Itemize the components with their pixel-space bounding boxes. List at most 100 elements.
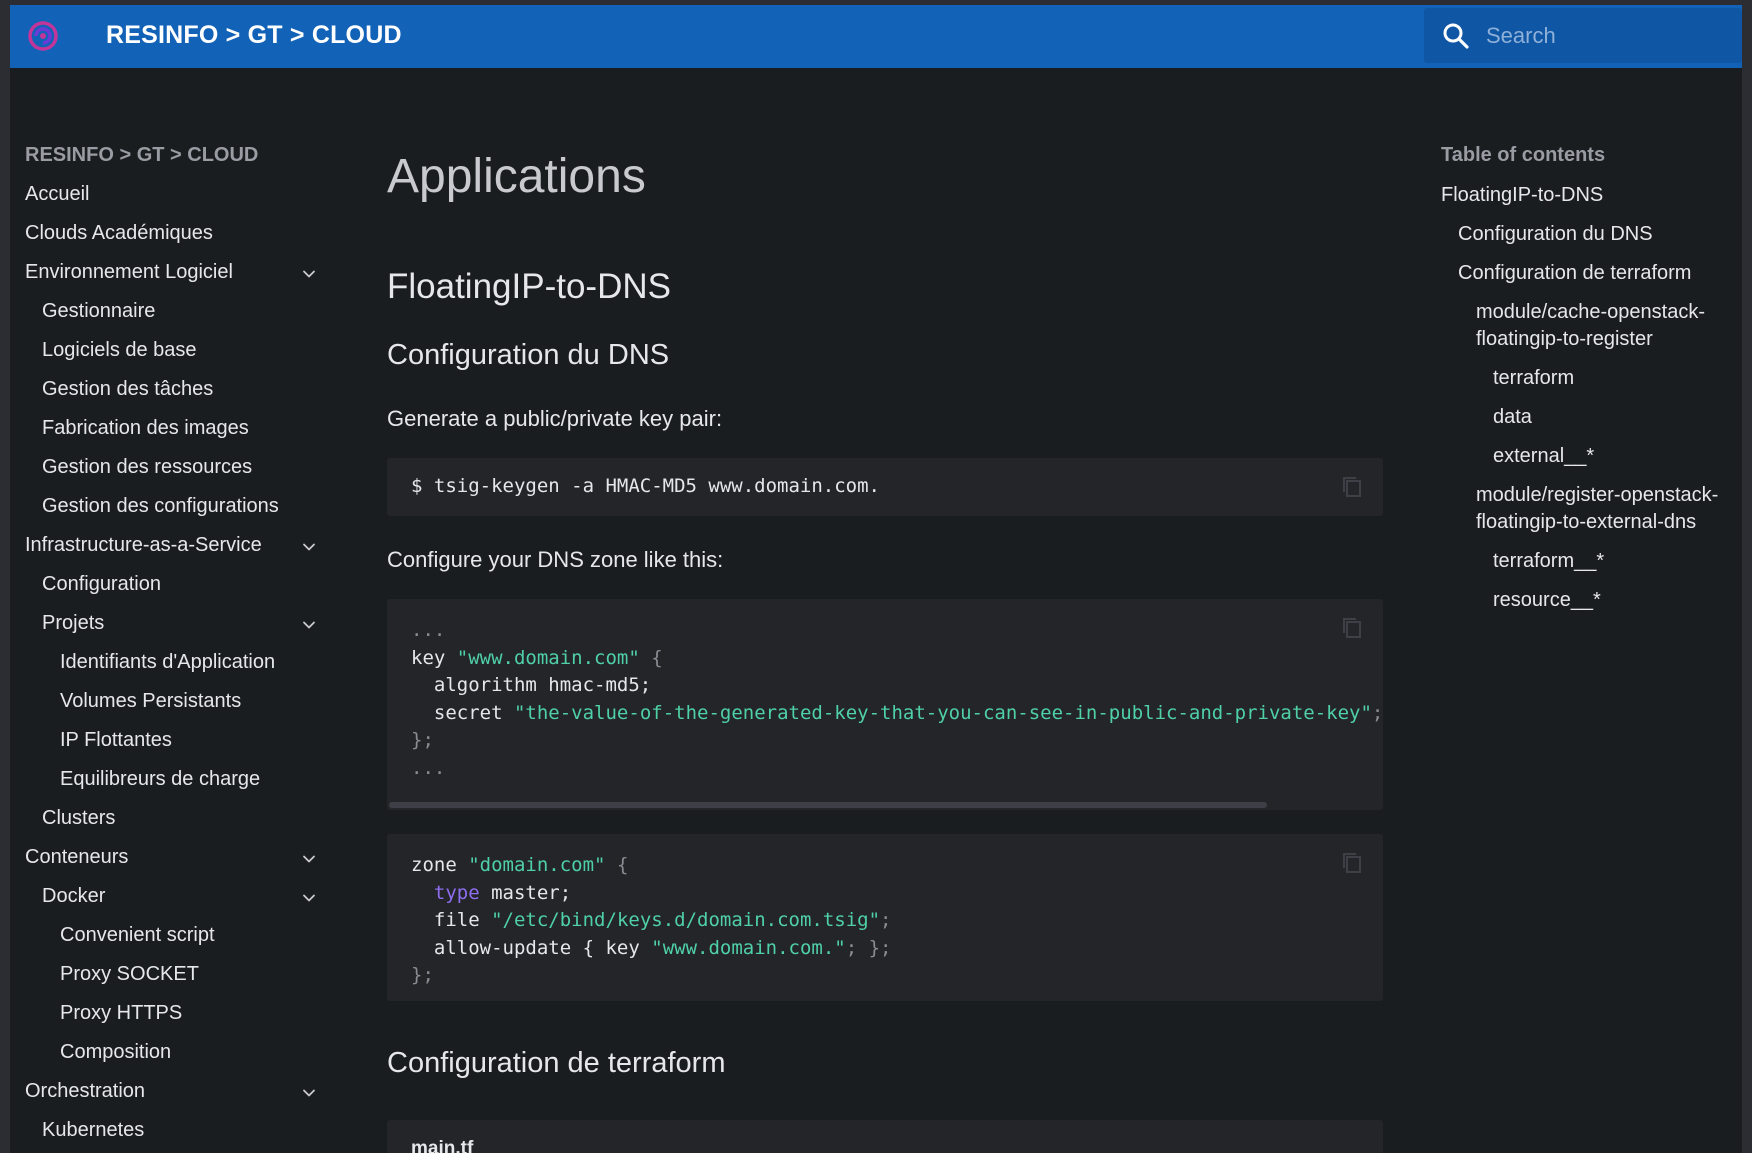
code-block-keygen[interactable]: $ tsig-keygen -a HMAC-MD5 www.domain.com…	[387, 458, 1383, 516]
sidebar-item-label: Identifiants d'Application	[60, 651, 276, 673]
sidebar-item[interactable]: Composition	[25, 1040, 325, 1079]
sidebar-item[interactable]: Clouds Académiques	[25, 221, 325, 260]
sidebar-item[interactable]: Clusters	[25, 806, 325, 845]
horizontal-scrollbar[interactable]	[389, 802, 1267, 808]
toc-item[interactable]: module/register-openstack-floatingip-to-…	[1441, 482, 1731, 536]
sidebar-item-label: Conteneurs	[25, 846, 129, 868]
site-logo-icon[interactable]	[26, 19, 60, 53]
sidebar-item-label: Gestion des tâches	[42, 378, 214, 400]
sidebar-item-label: Gestion des configurations	[42, 495, 279, 517]
sidebar-item[interactable]: Orchestration	[25, 1079, 325, 1118]
sidebar-item-label: Convenient script	[60, 924, 215, 946]
sidebar-item-label: Orchestration	[25, 1080, 146, 1102]
page-title: Applications	[387, 150, 646, 203]
sidebar-item[interactable]: Proxy HTTPS	[25, 1001, 325, 1040]
sidebar-item[interactable]: Gestion des ressources	[25, 455, 325, 494]
sidebar-item[interactable]: Convenient script	[25, 923, 325, 962]
sidebar-item-label: IP Flottantes	[60, 729, 172, 751]
paragraph-zone: Configure your DNS zone like this:	[387, 547, 724, 572]
search-box[interactable]	[1424, 8, 1742, 63]
sidebar-item-label: Logiciels de base	[42, 339, 197, 361]
code-block-main-tf[interactable]: main.tf	[387, 1120, 1383, 1153]
chevron-down-icon[interactable]	[301, 615, 317, 631]
sidebar-nav-list: Accueil Clouds Académiques Environnement L…	[25, 182, 325, 1153]
sidebar-item-label: Environnement Logiciel	[25, 261, 233, 283]
sidebar-item[interactable]: Infrastructure-as-a-Service	[25, 533, 325, 572]
toc-item[interactable]: resource__*	[1441, 587, 1731, 614]
sidebar-item-label: Volumes Persistants	[60, 690, 242, 712]
chevron-down-icon[interactable]	[301, 264, 317, 280]
code-block-key[interactable]: ... key "www.domain.com" { algorithm hma…	[387, 599, 1383, 810]
code-ellipsis-end: ...	[411, 756, 446, 779]
sidebar-item[interactable]: Gestionnaire	[25, 299, 325, 338]
code-allow-update-key: "www.domain.com."	[651, 936, 846, 959]
code-kw-key: key	[411, 646, 446, 669]
sidebar-item[interactable]: Configuration	[25, 572, 325, 611]
sidebar-item[interactable]: Volumes Persistants	[25, 689, 325, 728]
top-header: RESINFO > GT > CLOUD	[10, 5, 1742, 68]
copy-icon[interactable]	[1341, 616, 1363, 640]
code-kw-type: type	[433, 881, 480, 904]
code-type-value: master;	[491, 881, 572, 904]
section-heading-floatingip: FloatingIP-to-DNS	[387, 267, 671, 306]
sidebar-item[interactable]: Identifiants d'Application	[25, 650, 325, 689]
sidebar-item[interactable]: Environnement Logiciel	[25, 260, 325, 299]
code-algorithm: algorithm hmac-md5;	[433, 674, 652, 696]
sidebar-item[interactable]: Fabrication des images	[25, 416, 325, 455]
code-allow-update: allow-update { key	[433, 936, 640, 959]
sidebar-item[interactable]: Conteneurs	[25, 845, 325, 884]
copy-icon[interactable]	[1341, 851, 1363, 875]
code-file-path: "/etc/bind/keys.d/domain.com.tsig"	[491, 909, 881, 931]
code-close: };	[411, 729, 434, 751]
code-kw-secret: secret	[433, 701, 503, 724]
sidebar-item[interactable]: Proxy SOCKET	[25, 962, 325, 1001]
site-title[interactable]: RESINFO > GT > CLOUD	[106, 21, 402, 50]
code-keygen-line: $ tsig-keygen -a HMAC-MD5 www.domain.com…	[411, 475, 880, 497]
sidebar-item-label: Proxy SOCKET	[60, 963, 199, 985]
sidebar-item[interactable]: Kubernetes	[25, 1118, 325, 1153]
search-input[interactable]	[1486, 18, 1726, 54]
toc-list: FloatingIP-to-DNS Configuration du DNS Con…	[1441, 182, 1731, 614]
code-block-zone[interactable]: zone "domain.com" { type master; file "/…	[387, 834, 1383, 1001]
toc-item[interactable]: data	[1441, 404, 1731, 431]
table-of-contents: Table of contents FloatingIP-to-DNS Confi…	[1441, 143, 1731, 626]
toc-item[interactable]: terraform__*	[1441, 548, 1731, 575]
code-file-name: main.tf	[411, 1138, 474, 1153]
chevron-down-icon[interactable]	[301, 1083, 317, 1099]
sidebar-item[interactable]: Gestion des tâches	[25, 377, 325, 416]
code-zone-close: };	[411, 964, 434, 986]
sidebar-item-label: Infrastructure-as-a-Service	[25, 534, 262, 556]
sidebar-item-label: Accueil	[25, 183, 90, 205]
sidebar-item[interactable]: Projets	[25, 611, 325, 650]
sidebar-heading[interactable]: RESINFO > GT > CLOUD	[25, 143, 325, 182]
toc-item[interactable]: terraform	[1441, 365, 1731, 392]
toc-item[interactable]: FloatingIP-to-DNS	[1441, 182, 1731, 209]
toc-item[interactable]: Configuration du DNS	[1441, 221, 1731, 248]
section-heading-dns: Configuration du DNS	[387, 339, 670, 371]
copy-icon[interactable]	[1341, 475, 1363, 499]
sidebar-item[interactable]: IP Flottantes	[25, 728, 325, 767]
toc-item[interactable]: external__*	[1441, 443, 1731, 470]
sidebar-item-label: Gestionnaire	[42, 300, 156, 322]
code-secret-value: "the-value-of-the-generated-key-that-you…	[513, 701, 1372, 724]
search-icon[interactable]	[1442, 22, 1470, 50]
toc-item[interactable]: Configuration de terraform	[1441, 260, 1731, 287]
sidebar-item[interactable]: Docker	[25, 884, 325, 923]
chevron-down-icon[interactable]	[301, 888, 317, 904]
toc-item[interactable]: module/cache-openstack-floatingip-to-reg…	[1441, 299, 1731, 353]
sidebar-item[interactable]: Equilibreurs de charge	[25, 767, 325, 806]
code-ellipsis: ...	[411, 619, 446, 641]
sidebar-item-label: Equilibreurs de charge	[60, 768, 261, 790]
toc-heading: Table of contents	[1441, 144, 1606, 166]
sidebar-item[interactable]: Logiciels de base	[25, 338, 325, 377]
chevron-down-icon[interactable]	[301, 849, 317, 865]
sidebar-item[interactable]: Gestion des configurations	[25, 494, 325, 533]
code-zone-name: "domain.com"	[468, 854, 606, 876]
code-key-name: "www.domain.com"	[456, 646, 640, 669]
sidebar-navigation: RESINFO > GT > CLOUD Accueil Clouds Acadé…	[25, 143, 325, 1153]
sidebar-item-label: Docker	[42, 885, 106, 907]
chevron-down-icon[interactable]	[301, 537, 317, 553]
sidebar-item-label: Kubernetes	[42, 1119, 145, 1141]
sidebar-item-label: Gestion des ressources	[42, 456, 253, 478]
sidebar-item[interactable]: Accueil	[25, 182, 325, 221]
